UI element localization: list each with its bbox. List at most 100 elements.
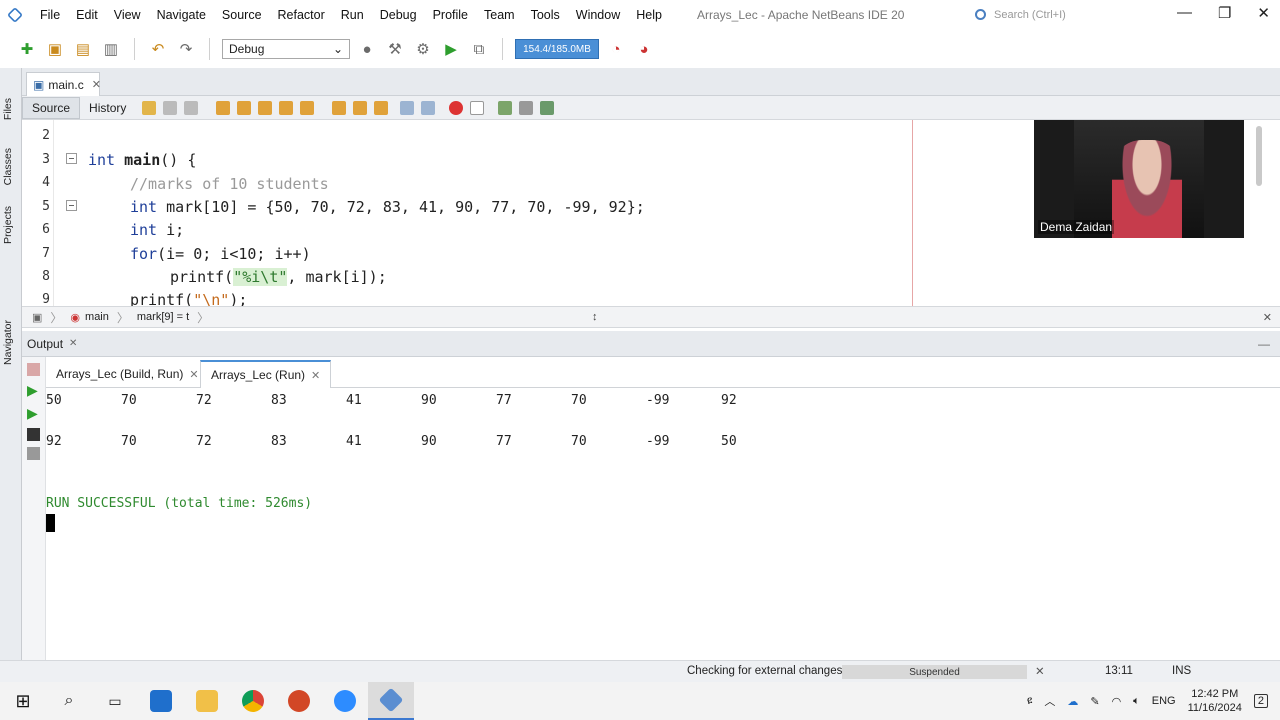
progress-bar: Suspended xyxy=(842,665,1027,679)
toggle-bookmark-icon[interactable] xyxy=(374,100,389,115)
menu-help[interactable]: Help xyxy=(628,8,670,22)
clean-build-icon[interactable]: ⚙ xyxy=(412,38,434,60)
close-output-icon[interactable]: ✕ xyxy=(69,338,77,349)
build-hammer-icon[interactable]: ⚒ xyxy=(384,38,406,60)
stop-icon[interactable] xyxy=(27,363,40,376)
terminal-icon[interactable] xyxy=(27,428,40,441)
record-macro-icon[interactable] xyxy=(449,100,464,115)
globe-icon[interactable]: ● xyxy=(356,38,378,60)
powerpoint-app[interactable] xyxy=(276,682,322,720)
menu-profile[interactable]: Profile xyxy=(425,8,476,22)
explorer-app[interactable] xyxy=(184,682,230,720)
volume-icon[interactable]: 🔈︎ xyxy=(1133,695,1140,708)
open-project-icon[interactable]: ▤ xyxy=(72,38,94,60)
clock[interactable]: 12:42 PM 11/16/2024 xyxy=(1188,687,1242,715)
memory-indicator[interactable]: 154.4/185.0MB xyxy=(515,39,599,59)
save-all-icon[interactable]: ▥ xyxy=(100,38,122,60)
menu-edit[interactable]: Edit xyxy=(68,8,106,22)
classes-side-tab[interactable]: Classes xyxy=(2,148,14,185)
chevron-up-icon[interactable]: ︿ xyxy=(1044,693,1055,709)
menu-run[interactable]: Run xyxy=(333,8,372,22)
profile-attach-icon[interactable]: ◕ xyxy=(633,38,655,60)
run-icon[interactable]: ▶ xyxy=(440,38,462,60)
configuration-select[interactable]: Debug ⌄ xyxy=(222,39,350,59)
menu-window[interactable]: Window xyxy=(568,8,628,22)
back-icon[interactable] xyxy=(163,100,178,115)
last-edit-icon[interactable] xyxy=(142,100,157,115)
output-console[interactable]: 50 70 72 83 41 90 77 70 -99 92 92 70 72 … xyxy=(46,388,1280,660)
debug-icon[interactable]: ⧉ xyxy=(468,38,490,60)
find-icon[interactable] xyxy=(216,100,231,115)
output-tab-run[interactable]: Arrays_Lec (Run) ✕ xyxy=(200,360,332,388)
menu-refactor[interactable]: Refactor xyxy=(270,8,333,22)
find-previous-icon[interactable] xyxy=(237,100,252,115)
uncomment-icon[interactable] xyxy=(519,100,534,115)
shift-right-icon[interactable] xyxy=(421,100,436,115)
input-language[interactable]: ENG xyxy=(1152,695,1176,707)
menu-source[interactable]: Source xyxy=(214,8,270,22)
start-button[interactable]: ⊞ xyxy=(0,682,46,720)
zoom-app[interactable] xyxy=(322,682,368,720)
fold-toggle-icon[interactable] xyxy=(66,153,77,164)
files-side-tab[interactable]: Files xyxy=(2,98,14,120)
menu-team[interactable]: Team xyxy=(476,8,523,22)
navigator-side-tab[interactable]: Navigator xyxy=(2,320,14,365)
output-value: 70 xyxy=(121,434,137,449)
clear-output-icon[interactable] xyxy=(27,447,40,460)
minimize-button[interactable]: — xyxy=(1177,4,1192,22)
profile-icon[interactable]: ◔ xyxy=(605,38,627,60)
shift-left-icon[interactable] xyxy=(400,100,415,115)
find-next-icon[interactable] xyxy=(258,100,273,115)
mail-app[interactable] xyxy=(138,682,184,720)
toggle-highlight-icon[interactable] xyxy=(279,100,294,115)
prev-bookmark-icon[interactable] xyxy=(332,100,347,115)
insert-mode: INS xyxy=(1172,665,1192,677)
menu-file[interactable]: File xyxy=(32,8,68,22)
fold-toggle-icon[interactable] xyxy=(66,200,77,211)
forward-icon[interactable] xyxy=(184,100,199,115)
search-taskbar-button[interactable]: ⌕ xyxy=(46,682,92,720)
breadcrumb-item[interactable]: mark[9] = t xyxy=(137,311,189,323)
output-window-title[interactable]: Output xyxy=(27,337,63,351)
pen-icon[interactable]: ✎ xyxy=(1090,695,1099,708)
onedrive-icon[interactable]: ☁ xyxy=(1067,695,1078,708)
next-bookmark-icon[interactable] xyxy=(353,100,368,115)
menu-view[interactable]: View xyxy=(106,8,149,22)
people-icon[interactable]: ዩ xyxy=(1027,695,1033,708)
netbeans-app[interactable] xyxy=(368,682,414,720)
rerun-with-args-icon[interactable]: ▶ xyxy=(27,405,40,422)
editor-scrollbar[interactable] xyxy=(1256,126,1262,186)
history-tab[interactable]: History xyxy=(80,97,135,119)
wifi-icon[interactable]: ◠ xyxy=(1112,695,1122,708)
minimize-output-icon[interactable]: — xyxy=(1258,337,1270,351)
chrome-app[interactable] xyxy=(230,682,276,720)
menu-debug[interactable]: Debug xyxy=(372,8,425,22)
new-project-icon[interactable]: ▣ xyxy=(44,38,66,60)
diff-icon[interactable] xyxy=(540,100,555,115)
search-box[interactable]: Search (Ctrl+I) xyxy=(975,4,1153,25)
toggle-rect-select-icon[interactable] xyxy=(300,100,315,115)
editor-tab-main-c[interactable]: ▣ main.c ✕ xyxy=(26,72,101,96)
close-button[interactable]: ✕ xyxy=(1257,4,1270,22)
close-breadcrumb-icon[interactable]: ✕ xyxy=(1263,311,1272,324)
close-tab-icon[interactable]: ✕ xyxy=(311,369,320,382)
comment-icon[interactable] xyxy=(498,100,513,115)
breadcrumb-function[interactable]: main xyxy=(85,311,109,323)
close-tab-icon[interactable]: ✕ xyxy=(92,78,101,91)
close-tab-icon[interactable]: ✕ xyxy=(189,368,198,381)
new-file-icon[interactable]: ✚ xyxy=(16,38,38,60)
cancel-task-icon[interactable]: ✕ xyxy=(1035,664,1045,678)
redo-icon[interactable]: ↷ xyxy=(175,38,197,60)
stop-macro-icon[interactable] xyxy=(470,100,485,115)
menu-tools[interactable]: Tools xyxy=(523,8,568,22)
output-tab-build-run[interactable]: Arrays_Lec (Build, Run) ✕ xyxy=(46,360,209,388)
maximize-button[interactable]: ❐ xyxy=(1218,4,1231,22)
rerun-icon[interactable]: ▶ xyxy=(27,382,40,399)
task-view-icon: ▭ xyxy=(108,692,122,709)
projects-side-tab[interactable]: Projects xyxy=(2,206,14,244)
notification-center[interactable]: 2 xyxy=(1253,694,1268,708)
source-tab[interactable]: Source xyxy=(22,96,81,119)
undo-icon[interactable]: ↶ xyxy=(147,38,169,60)
task-view-button[interactable]: ▭ xyxy=(92,682,138,720)
menu-navigate[interactable]: Navigate xyxy=(149,8,214,22)
